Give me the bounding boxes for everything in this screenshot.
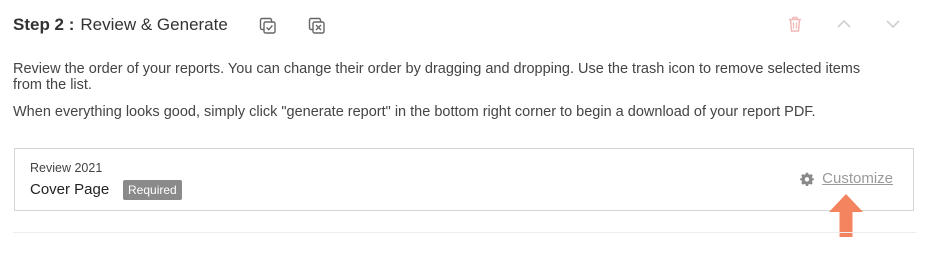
required-badge: Required <box>123 180 182 200</box>
step-header: Step 2 : Review & Generate <box>13 12 228 38</box>
report-item-title: Cover Page <box>30 181 110 198</box>
customize-label: Customize <box>822 170 893 187</box>
chevron-up-icon[interactable] <box>835 15 853 33</box>
section-divider <box>13 232 916 233</box>
step-number: Step 2 : <box>13 15 75 34</box>
checkbox-copy-icon[interactable] <box>259 17 277 35</box>
close-copy-icon[interactable] <box>308 17 326 35</box>
report-item-card[interactable]: Review 2021 Cover Page Required Customiz… <box>14 148 914 211</box>
step-title: Review & Generate <box>80 15 228 34</box>
instructions-reorder: Review the order of your reports. You ca… <box>13 61 861 93</box>
customize-button[interactable]: Customize <box>800 170 893 187</box>
report-item-subtitle: Review 2021 <box>30 161 103 175</box>
trash-icon[interactable] <box>786 15 804 33</box>
chevron-down-icon[interactable] <box>884 15 902 33</box>
instructions-generate: When everything looks good, simply click… <box>13 104 816 120</box>
gear-icon <box>800 172 815 186</box>
